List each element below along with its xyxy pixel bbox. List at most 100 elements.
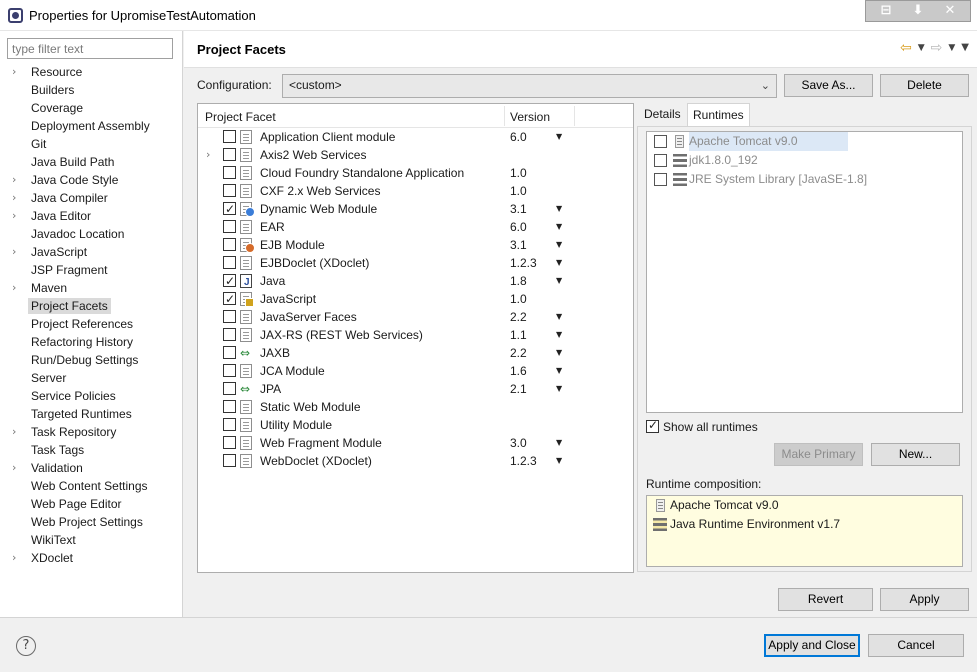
facet-version[interactable]: 1.8 bbox=[510, 272, 527, 290]
sidebar-item[interactable]: › Java Editor bbox=[0, 207, 182, 225]
sidebar-item[interactable]: Project Facets bbox=[0, 297, 182, 315]
apply-and-close-button[interactable]: Apply and Close bbox=[764, 634, 860, 657]
runtime-row[interactable]: JRE System Library [JavaSE-1.8] bbox=[647, 170, 962, 189]
filter-input[interactable] bbox=[7, 38, 173, 59]
facet-checkbox[interactable] bbox=[223, 418, 236, 431]
sidebar-item[interactable]: Javadoc Location bbox=[0, 225, 182, 243]
facet-checkbox[interactable] bbox=[223, 310, 236, 323]
runtime-checkbox[interactable] bbox=[654, 173, 667, 186]
version-dropdown-icon[interactable]: ▼ bbox=[556, 308, 562, 326]
sidebar-item[interactable]: Git bbox=[0, 135, 182, 153]
facet-row[interactable]: Static Web Module bbox=[198, 398, 633, 416]
tab-details[interactable]: Details bbox=[639, 103, 686, 126]
sidebar-item[interactable]: › Maven bbox=[0, 279, 182, 297]
maximize-icon[interactable]: ⊟ bbox=[881, 2, 892, 20]
facet-checkbox[interactable] bbox=[223, 200, 236, 218]
close-icon[interactable]: ✕ bbox=[945, 2, 956, 20]
facet-row[interactable]: JavaScript 1.0 bbox=[198, 290, 633, 308]
chevron-right-icon[interactable]: › bbox=[12, 171, 22, 189]
facet-row[interactable]: JavaServer Faces 2.2 ▼ bbox=[198, 308, 633, 326]
facet-version[interactable]: 1.2.3 bbox=[510, 452, 537, 470]
facet-version[interactable]: 2.2 bbox=[510, 308, 527, 326]
facet-checkbox[interactable] bbox=[223, 148, 236, 161]
download-icon[interactable]: ⬇ bbox=[913, 2, 924, 20]
version-dropdown-icon[interactable]: ▼ bbox=[556, 236, 562, 254]
version-dropdown-icon[interactable]: ▼ bbox=[556, 452, 562, 470]
facet-version[interactable]: 2.1 bbox=[510, 380, 527, 398]
chevron-right-icon[interactable]: › bbox=[12, 459, 22, 477]
facet-version[interactable]: 1.1 bbox=[510, 326, 527, 344]
facet-row[interactable]: JPA 2.1 ▼ bbox=[198, 380, 633, 398]
facet-checkbox[interactable] bbox=[223, 328, 236, 341]
delete-button[interactable]: Delete bbox=[880, 74, 969, 97]
version-dropdown-icon[interactable]: ▼ bbox=[556, 434, 562, 452]
back-arrow-icon[interactable]: ⇦ bbox=[900, 40, 912, 56]
runtime-checkbox[interactable] bbox=[654, 135, 667, 148]
chevron-right-icon[interactable]: › bbox=[206, 146, 210, 164]
forward-arrow-icon[interactable]: ⇨ bbox=[931, 40, 943, 56]
facet-row[interactable]: JAXB 2.2 ▼ bbox=[198, 344, 633, 362]
facet-version[interactable]: 1.2.3 bbox=[510, 254, 537, 272]
facet-version[interactable]: 3.0 bbox=[510, 434, 527, 452]
version-dropdown-icon[interactable]: ▼ bbox=[556, 344, 562, 362]
facet-row[interactable]: Application Client module 6.0 ▼ bbox=[198, 128, 633, 146]
sidebar-item[interactable]: Refactoring History bbox=[0, 333, 182, 351]
sidebar-item[interactable]: JSP Fragment bbox=[0, 261, 182, 279]
sidebar-item[interactable]: › Validation bbox=[0, 459, 182, 477]
sidebar-item[interactable]: Java Build Path bbox=[0, 153, 182, 171]
version-dropdown-icon[interactable]: ▼ bbox=[556, 254, 562, 272]
facet-row[interactable]: EJBDoclet (XDoclet) 1.2.3 ▼ bbox=[198, 254, 633, 272]
sidebar-item[interactable]: › Resource bbox=[0, 63, 182, 81]
save-as-button[interactable]: Save As... bbox=[784, 74, 873, 97]
facet-row[interactable]: EAR 6.0 ▼ bbox=[198, 218, 633, 236]
facet-version[interactable]: 6.0 bbox=[510, 218, 527, 236]
facet-row[interactable]: CXF 2.x Web Services 1.0 bbox=[198, 182, 633, 200]
facet-version[interactable]: 3.1 bbox=[510, 200, 527, 218]
revert-button[interactable]: Revert bbox=[778, 588, 873, 611]
version-dropdown-icon[interactable]: ▼ bbox=[556, 272, 562, 290]
sidebar-item[interactable]: Task Tags bbox=[0, 441, 182, 459]
facet-row[interactable]: JAX-RS (REST Web Services) 1.1 ▼ bbox=[198, 326, 633, 344]
facet-version[interactable]: 3.1 bbox=[510, 236, 527, 254]
version-dropdown-icon[interactable]: ▼ bbox=[556, 326, 562, 344]
version-dropdown-icon[interactable]: ▼ bbox=[556, 218, 562, 236]
help-icon[interactable]: ? bbox=[16, 636, 36, 656]
facet-row[interactable]: JCA Module 1.6 ▼ bbox=[198, 362, 633, 380]
facet-checkbox[interactable] bbox=[223, 272, 236, 290]
column-header-facet[interactable]: Project Facet bbox=[205, 110, 276, 124]
facet-checkbox[interactable] bbox=[223, 238, 236, 251]
sidebar-item[interactable]: Targeted Runtimes bbox=[0, 405, 182, 423]
facet-checkbox[interactable] bbox=[223, 166, 236, 179]
chevron-right-icon[interactable]: › bbox=[12, 279, 22, 297]
version-dropdown-icon[interactable]: ▼ bbox=[556, 362, 562, 380]
facet-checkbox[interactable] bbox=[223, 454, 236, 467]
facet-row[interactable]: Utility Module bbox=[198, 416, 633, 434]
facet-row[interactable]: Dynamic Web Module 3.1 ▼ bbox=[198, 200, 633, 218]
facet-checkbox[interactable] bbox=[223, 400, 236, 413]
chevron-right-icon[interactable]: › bbox=[12, 423, 22, 441]
runtime-row[interactable]: Apache Tomcat v9.0 bbox=[647, 132, 962, 151]
chevron-right-icon[interactable]: › bbox=[12, 207, 22, 225]
facet-row[interactable]: › Axis2 Web Services bbox=[198, 146, 633, 164]
facet-checkbox[interactable] bbox=[223, 346, 236, 359]
facet-row[interactable]: WebDoclet (XDoclet) 1.2.3 ▼ bbox=[198, 452, 633, 470]
facet-checkbox[interactable] bbox=[223, 220, 236, 233]
sidebar-item[interactable]: Web Page Editor bbox=[0, 495, 182, 513]
facet-checkbox[interactable] bbox=[223, 382, 236, 395]
version-dropdown-icon[interactable]: ▼ bbox=[556, 380, 562, 398]
configuration-select[interactable]: <custom> ⌄ bbox=[282, 74, 777, 98]
column-header-version[interactable]: Version bbox=[510, 110, 550, 124]
sidebar-item[interactable]: › Java Code Style bbox=[0, 171, 182, 189]
sidebar-item[interactable]: Run/Debug Settings bbox=[0, 351, 182, 369]
make-primary-button[interactable]: Make Primary bbox=[774, 443, 863, 466]
sidebar-item[interactable]: › Task Repository bbox=[0, 423, 182, 441]
runtime-checkbox[interactable] bbox=[654, 154, 667, 167]
sidebar-item[interactable]: Server bbox=[0, 369, 182, 387]
chevron-right-icon[interactable]: › bbox=[12, 243, 22, 261]
chevron-right-icon[interactable]: › bbox=[12, 549, 22, 567]
facet-checkbox[interactable] bbox=[223, 364, 236, 377]
sidebar-item[interactable]: Service Policies bbox=[0, 387, 182, 405]
cancel-button[interactable]: Cancel bbox=[868, 634, 964, 657]
forward-dropdown-icon[interactable]: ▼ bbox=[948, 40, 955, 56]
sidebar-item[interactable]: Web Content Settings bbox=[0, 477, 182, 495]
